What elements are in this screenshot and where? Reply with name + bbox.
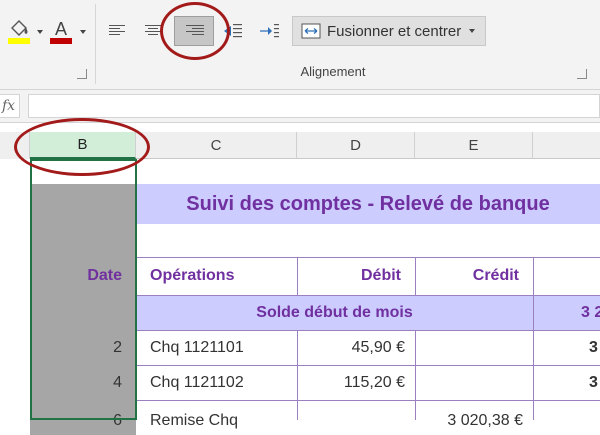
table-border [136,257,600,258]
header-debit[interactable]: Débit [297,257,415,295]
row-operation[interactable]: Chq 1121101 [136,330,297,365]
row-credit[interactable]: 3 020,38 € [415,400,533,435]
font-color-icon: A [50,19,72,44]
row-operation[interactable]: Chq 1121102 [136,365,297,400]
paint-bucket-icon [8,20,30,44]
formula-input[interactable] [28,94,600,118]
increase-indent-icon [260,24,279,38]
opening-balance-label[interactable]: Solde début de mois [136,295,533,330]
font-color-dropdown[interactable] [80,30,86,34]
table-border [136,330,600,331]
annotation-circle-column-b [14,118,150,176]
table-border [297,257,298,295]
annotation-circle-align-right [160,2,230,60]
table-border [415,330,416,420]
row-credit[interactable] [415,365,533,400]
align-center-icon [145,25,161,37]
ribbon-separator [95,4,96,84]
column-header-e[interactable]: E [415,132,533,159]
table-border [136,295,600,296]
row-balance[interactable]: 3 [533,330,600,365]
sheet-title[interactable]: Suivi des comptes - Relevé de banque [136,184,600,224]
column-b-selection [30,159,137,420]
row-debit[interactable]: 115,20 € [297,365,415,400]
table-border [297,330,298,420]
svg-text:A: A [55,19,67,39]
worksheet-grid[interactable]: Suivi des comptes - Relevé de banque Dat… [0,159,600,435]
row-credit[interactable] [415,330,533,365]
align-left-button[interactable] [104,18,130,44]
table-border [533,257,534,420]
ribbon: A Fusionner et centrer Alignement [0,0,600,90]
increase-indent-button[interactable] [256,18,282,44]
insert-function-icon[interactable]: fx [0,94,20,118]
row-operation[interactable]: Remise Chq [136,400,297,435]
table-border [136,365,600,366]
column-header-f[interactable] [533,132,600,159]
font-dialog-launcher-icon[interactable] [77,69,87,79]
align-left-icon [109,25,125,37]
row-balance[interactable]: 3 [533,365,600,400]
column-header-d[interactable]: D [297,132,415,159]
font-color-button[interactable]: A [44,16,78,46]
opening-balance-value[interactable]: 3 2 [533,295,600,330]
header-credit[interactable]: Crédit [415,257,533,295]
merge-center-button[interactable]: Fusionner et centrer [292,16,486,46]
header-operations[interactable]: Opérations [136,257,297,295]
row-debit[interactable]: 45,90 € [297,330,415,365]
column-header-c[interactable]: C [136,132,297,159]
fill-color-dropdown[interactable] [37,30,43,34]
merge-cells-icon [301,23,321,39]
fill-color-button[interactable] [2,16,36,46]
table-border [136,400,600,401]
alignment-group-label: Alignement [300,64,366,79]
alignment-dialog-launcher-icon[interactable] [577,69,587,79]
table-border [415,257,416,295]
chevron-down-icon[interactable] [469,29,475,33]
merge-center-label: Fusionner et centrer [327,22,462,40]
